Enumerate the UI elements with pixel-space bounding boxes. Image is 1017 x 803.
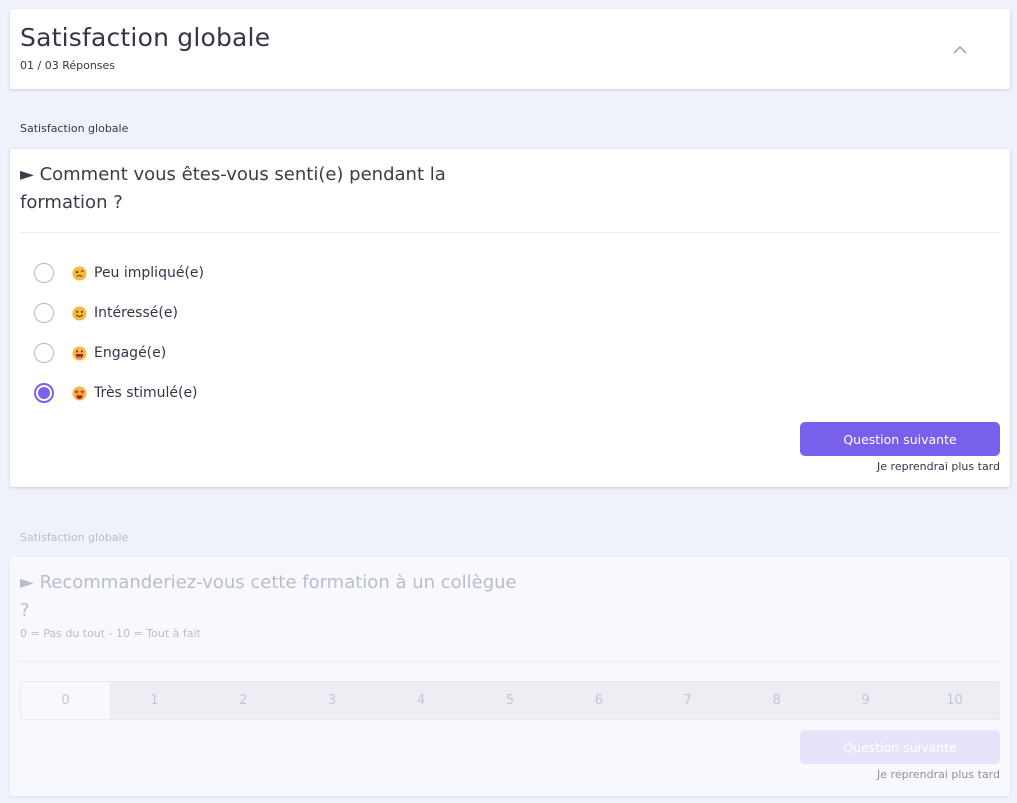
- scale-option-9[interactable]: 9: [821, 682, 911, 719]
- option-label: Engagé(e): [94, 345, 167, 361]
- chevron-up-icon: [953, 45, 967, 54]
- scale-option-10[interactable]: 10: [910, 682, 999, 719]
- option-engage[interactable]: Engagé(e): [34, 341, 166, 365]
- radio-button-checked[interactable]: [34, 383, 54, 403]
- question-hint: 0 = Pas du tout - 10 = Tout à fait: [20, 627, 201, 640]
- radio-button[interactable]: [34, 343, 54, 363]
- scale-option-4[interactable]: 4: [376, 682, 466, 719]
- scale-option-1[interactable]: 1: [109, 682, 199, 719]
- section-label: Satisfaction globale: [20, 531, 129, 544]
- next-question-button[interactable]: Question suivante: [800, 422, 1000, 456]
- page-title: Satisfaction globale: [20, 23, 271, 52]
- option-label: Peu impliqué(e): [94, 265, 204, 281]
- rating-scale: 0 1 2 3 4 5 6 7 8 9 10: [20, 681, 1000, 720]
- scale-option-3[interactable]: 3: [287, 682, 377, 719]
- option-label: Intéressé(e): [94, 305, 178, 321]
- smiling-face-icon: [72, 305, 87, 321]
- scale-option-7[interactable]: 7: [643, 682, 733, 719]
- question-card-inactive: ► Recommanderiez-vous cette formation à …: [10, 557, 1010, 796]
- scale-option-0[interactable]: 0: [21, 682, 110, 719]
- divider: [20, 661, 1000, 662]
- resume-later-link[interactable]: Je reprendrai plus tard: [877, 768, 1000, 781]
- scale-option-8[interactable]: 8: [732, 682, 822, 719]
- scale-option-6[interactable]: 6: [554, 682, 644, 719]
- scale-option-5[interactable]: 5: [465, 682, 555, 719]
- next-question-button-disabled[interactable]: Question suivante: [800, 730, 1000, 764]
- woozy-face-icon: [72, 265, 87, 281]
- star-struck-face-icon: [72, 385, 87, 401]
- divider: [20, 232, 1000, 233]
- option-interesse[interactable]: Intéressé(e): [34, 301, 178, 325]
- radio-button[interactable]: [34, 303, 54, 323]
- grinning-face-icon: [72, 345, 87, 361]
- section-label: Satisfaction globale: [20, 122, 129, 135]
- question-card: ► Comment vous êtes-vous senti(e) pendan…: [10, 149, 1010, 487]
- question-title: ► Recommanderiez-vous cette formation à …: [20, 572, 517, 621]
- scale-option-2[interactable]: 2: [198, 682, 288, 719]
- option-tres-stimule[interactable]: Très stimulé(e): [34, 381, 198, 405]
- question-title: ► Comment vous êtes-vous senti(e) pendan…: [20, 164, 446, 213]
- option-peu-implique[interactable]: Peu impliqué(e): [34, 261, 204, 285]
- survey-header: Satisfaction globale 01 / 03 Réponses: [10, 9, 1010, 89]
- radio-button[interactable]: [34, 263, 54, 283]
- resume-later-link[interactable]: Je reprendrai plus tard: [877, 460, 1000, 473]
- responses-counter: 01 / 03 Réponses: [20, 59, 116, 72]
- option-label: Très stimulé(e): [94, 385, 198, 401]
- collapse-button[interactable]: [948, 37, 972, 61]
